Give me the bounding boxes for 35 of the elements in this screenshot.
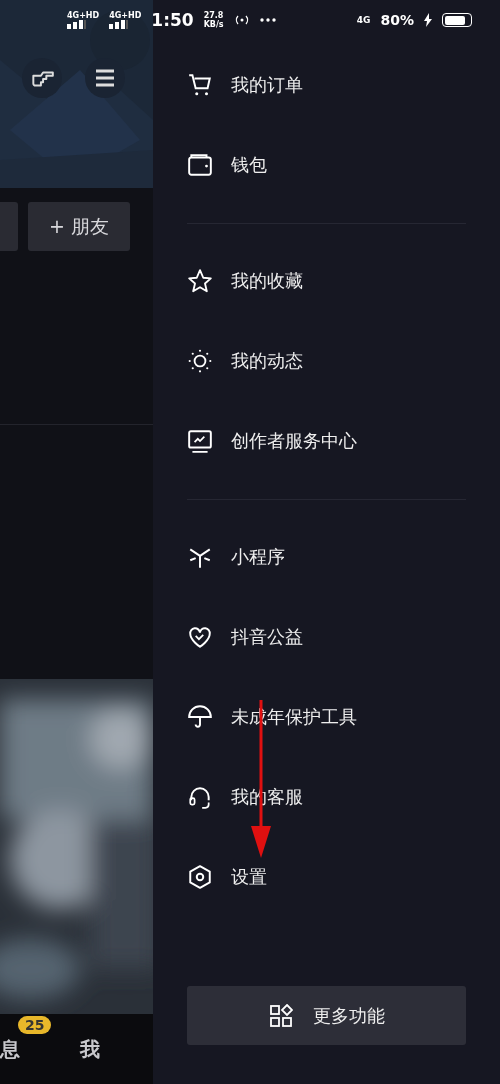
grid-icon [268,1003,293,1028]
hotspot-icon [233,14,250,26]
network-label: 4G [356,15,371,25]
menu-item[interactable]: 创作者服务中心 [231,429,357,453]
sun-icon [187,348,213,374]
add-friend-button[interactable]: + 朋友 [28,202,130,251]
heart-icon [187,624,213,650]
menu-item[interactable]: 我的订单 [231,73,303,97]
cart-icon [187,72,213,98]
menu-item[interactable]: 抖音公益 [231,625,303,649]
more-features-button[interactable]: 更多功能 [187,986,466,1045]
clock: 1:50 [151,10,194,30]
more-dots-icon [259,18,276,22]
star-icon [187,268,213,294]
signal-icon [109,20,130,29]
menu-item[interactable]: 我的收藏 [231,269,303,293]
menu-item[interactable]: 设置 [231,865,267,889]
charging-icon [424,13,432,27]
network-label: 4G+HD [67,11,100,20]
menu-item[interactable]: 钱包 [231,153,267,177]
battery-percent: 80% [380,12,414,28]
settings-icon [187,864,213,890]
umbrella-icon [187,704,213,730]
network-label: 4G+HD [109,11,142,20]
speed-value: 27.8 [203,11,224,20]
speed-unit: KB/s [203,20,224,29]
signal-icon [67,20,87,29]
menu-item[interactable]: 我的动态 [231,349,303,373]
menu-item[interactable]: 小程序 [231,545,285,569]
battery-icon [442,13,472,27]
headset-icon [187,784,213,810]
wallet-icon [187,152,213,178]
count-badge: 25 [18,1015,52,1034]
tab[interactable]: 我 [80,1035,100,1063]
chart-monitor-icon [187,428,213,454]
